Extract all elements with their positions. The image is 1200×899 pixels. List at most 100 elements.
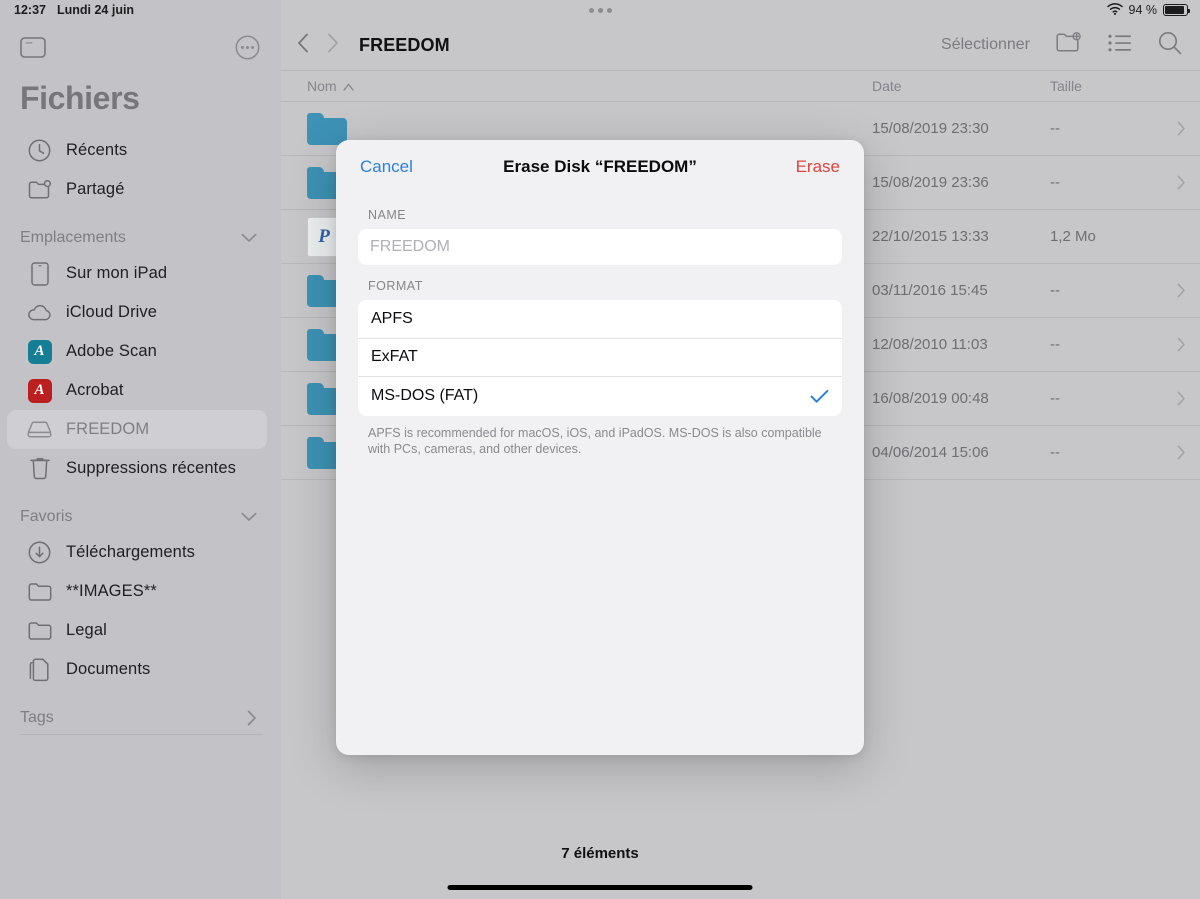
file-size: -- (1050, 174, 1060, 191)
sidebar-title: Fichiers (20, 80, 140, 116)
sidebar-item-legal[interactable]: Legal (7, 611, 267, 650)
column-header-name-label: Nom (307, 78, 337, 94)
sidebar-section-tags[interactable]: Tags (0, 689, 281, 734)
sidebar-section-title: Favoris (20, 508, 73, 525)
more-ellipsis-icon[interactable] (235, 35, 260, 60)
column-header-name[interactable]: Nom (307, 78, 872, 94)
sidebar-section-locations[interactable]: Emplacements (0, 209, 281, 254)
disk-name-input[interactable] (358, 229, 842, 265)
battery-percent-label: 94 % (1128, 3, 1158, 17)
sidebar-item-downloads[interactable]: Téléchargements (7, 533, 267, 572)
sidebar-item-label: Suppressions récentes (66, 459, 236, 477)
status-date: Lundi 24 juin (56, 3, 135, 17)
nav-arrows (297, 33, 339, 58)
chevron-right-icon[interactable] (1160, 283, 1186, 298)
column-header-date[interactable]: Date (872, 78, 1050, 94)
format-option-label: APFS (371, 309, 413, 327)
file-size: -- (1050, 390, 1060, 407)
sidebar-item-label: Documents (66, 660, 151, 678)
format-option-label: ExFAT (371, 348, 418, 366)
new-folder-icon[interactable] (1056, 31, 1082, 59)
sidebar-item-label: Récents (66, 141, 128, 159)
format-option-exfat[interactable]: ExFAT (358, 339, 842, 377)
modal-header: Cancel Erase Disk “FREEDOM” Erase (336, 140, 864, 194)
chevron-right-icon[interactable] (327, 33, 339, 58)
chevron-right-icon[interactable] (1160, 445, 1186, 460)
external-drive-icon (27, 417, 52, 442)
shared-folder-icon (27, 177, 52, 202)
chevron-right-icon[interactable] (1160, 175, 1186, 190)
sidebar-item-adobe-scan[interactable]: A Adobe Scan (7, 332, 267, 371)
download-circle-icon (27, 540, 52, 565)
ipad-files-screen: 12:37 Lundi 24 juin 94 % Fichiers Récent… (0, 0, 1200, 899)
sidebar-item-acrobat[interactable]: A Acrobat (7, 371, 267, 410)
format-options-group: APFS ExFAT MS-DOS (FAT) (358, 300, 842, 416)
sidebar-item-label: iCloud Drive (66, 303, 158, 321)
sidebar-item-label: Adobe Scan (66, 342, 157, 360)
sidebar-item-freedom[interactable]: FREEDOM (7, 410, 267, 449)
erase-button[interactable]: Erase (796, 157, 840, 177)
file-date: 22/10/2015 13:33 (872, 228, 989, 245)
sidebar-item-documents[interactable]: Documents (7, 650, 267, 689)
erase-disk-modal: Cancel Erase Disk “FREEDOM” Erase NAME F… (336, 140, 864, 755)
wifi-icon (1106, 2, 1123, 18)
sidebar-item-recents[interactable]: Récents (7, 131, 267, 170)
list-view-icon[interactable] (1108, 34, 1132, 57)
sidebar-item-shared[interactable]: Partagé (7, 170, 267, 209)
file-date: 12/08/2010 11:03 (872, 336, 988, 353)
folder-icon (27, 579, 52, 604)
cloud-icon (27, 300, 52, 325)
search-icon[interactable] (1158, 31, 1182, 60)
modal-title: Erase Disk “FREEDOM” (503, 157, 697, 176)
sidebar-toggle-icon[interactable] (20, 36, 46, 58)
name-section-label: NAME (368, 208, 407, 222)
format-option-msdos-fat[interactable]: MS-DOS (FAT) (358, 377, 842, 416)
file-size: 1,2 Mo (1050, 228, 1096, 245)
table-header: Nom Date Taille (281, 70, 1200, 102)
sidebar-item-label: FREEDOM (66, 420, 150, 438)
sidebar-section-title: Emplacements (20, 229, 126, 246)
sidebar-item-images[interactable]: **IMAGES** (7, 572, 267, 611)
chevron-right-icon[interactable] (247, 710, 257, 726)
chevron-right-icon[interactable] (1160, 337, 1186, 352)
home-indicator[interactable] (447, 885, 753, 890)
sidebar-item-label: Legal (66, 621, 107, 639)
file-size: -- (1050, 336, 1060, 353)
file-date: 04/06/2014 15:06 (872, 444, 989, 461)
file-size: -- (1050, 282, 1060, 299)
format-option-label: MS-DOS (FAT) (371, 387, 479, 405)
page-title: FREEDOM (359, 34, 450, 55)
chevron-left-icon[interactable] (297, 33, 309, 58)
column-header-size[interactable]: Taille (1050, 78, 1160, 94)
modal-body: NAME FORMAT APFS ExFAT MS-DOS (FAT) APFS… (336, 194, 864, 458)
sort-ascending-caret (342, 78, 354, 94)
format-note: APFS is recommended for macOS, iOS, and … (368, 425, 822, 457)
chevron-right-icon[interactable] (1160, 121, 1186, 136)
trash-icon (27, 456, 52, 481)
format-section-label: FORMAT (368, 279, 423, 293)
select-button[interactable]: Sélectionner (941, 36, 1030, 54)
sidebar-item-label: Acrobat (66, 381, 124, 399)
sidebar-item-label: Sur mon iPad (66, 264, 168, 282)
sidebar-section-favorites[interactable]: Favoris (0, 488, 281, 533)
sidebar-section-title: Tags (20, 709, 54, 726)
chevron-right-icon[interactable] (1160, 391, 1186, 406)
sidebar-item-label: **IMAGES** (66, 582, 157, 600)
sidebar-divider (20, 734, 263, 735)
file-date: 15/08/2019 23:36 (872, 174, 989, 191)
ipad-icon (27, 261, 52, 286)
status-bar-right: 94 % (1106, 2, 1191, 18)
clock-icon (27, 138, 52, 163)
format-option-apfs[interactable]: APFS (358, 300, 842, 339)
sidebar-item-icloud-drive[interactable]: iCloud Drive (7, 293, 267, 332)
chevron-down-icon[interactable] (241, 233, 257, 243)
sidebar-item-on-my-ipad[interactable]: Sur mon iPad (7, 254, 267, 293)
cancel-button[interactable]: Cancel (360, 157, 413, 177)
status-bar: 12:37 Lundi 24 juin 94 % (0, 0, 1200, 20)
sidebar-item-recently-deleted[interactable]: Suppressions récentes (7, 449, 267, 488)
chevron-down-icon[interactable] (241, 512, 257, 522)
multitask-handle[interactable] (0, 7, 1200, 13)
sidebar-item-label: Téléchargements (66, 543, 195, 561)
status-time: 12:37 (14, 3, 46, 17)
sidebar-toolbar (0, 16, 281, 78)
